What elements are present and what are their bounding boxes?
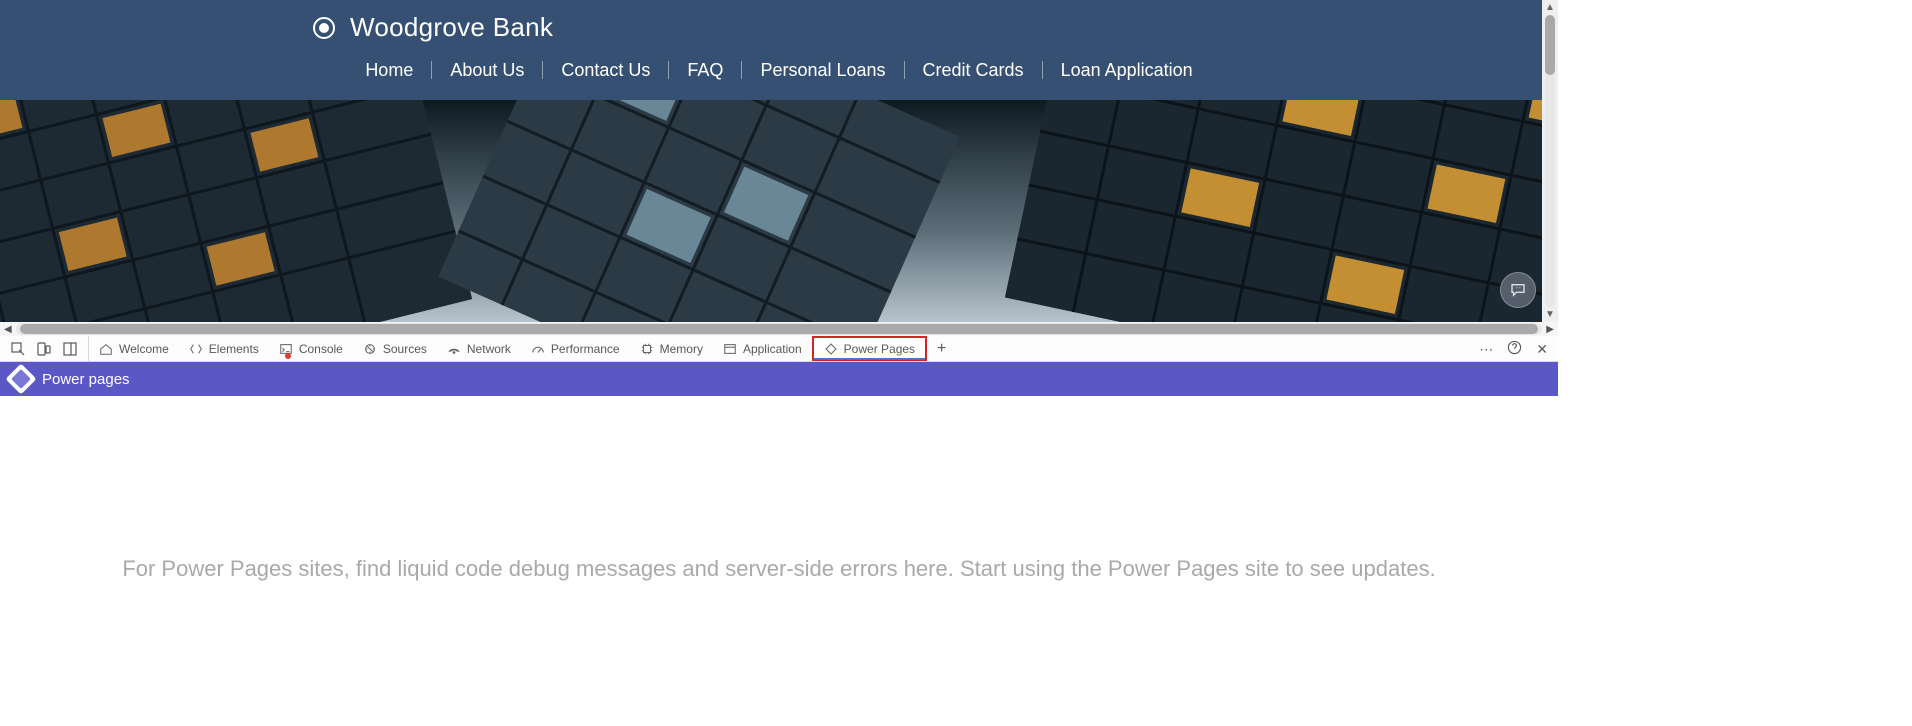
tab-power-pages-label: Power Pages xyxy=(844,342,915,356)
devtools-toolbar: Welcome Elements Console Sources Network xyxy=(0,336,1558,362)
scroll-up-arrow-icon[interactable]: ▲ xyxy=(1545,0,1555,15)
tab-elements-label: Elements xyxy=(209,342,259,356)
hero-building-right xyxy=(1005,100,1558,322)
chat-bubble-button[interactable] xyxy=(1500,272,1536,308)
viewport-vertical-scrollbar[interactable]: ▲ ▼ xyxy=(1542,0,1558,322)
more-options-icon[interactable]: ⋯ xyxy=(1479,342,1493,356)
power-pages-header-bar: Power pages xyxy=(0,362,1558,396)
add-tab-button[interactable]: + xyxy=(927,340,956,358)
tab-power-pages[interactable]: Power Pages xyxy=(812,336,927,361)
nav-about-label: About Us xyxy=(450,60,524,80)
devtools-left-icon-cluster xyxy=(0,336,89,361)
main-nav: Home About Us Contact Us FAQ Personal Lo… xyxy=(0,43,1558,79)
scroll-down-arrow-icon[interactable]: ▼ xyxy=(1545,307,1555,322)
hero-building-mid xyxy=(438,100,960,322)
scroll-right-arrow-icon[interactable]: ▶ xyxy=(1542,324,1558,335)
tab-welcome-label: Welcome xyxy=(119,342,169,356)
brand-row: Woodgrove Bank xyxy=(0,0,1558,43)
console-error-badge-icon xyxy=(285,353,291,359)
nav-apply-label: Loan Application xyxy=(1061,60,1193,80)
hero-image xyxy=(0,100,1558,322)
help-icon[interactable] xyxy=(1507,340,1522,357)
devtools-tabs: Welcome Elements Console Sources Network xyxy=(89,336,956,361)
tab-network-label: Network xyxy=(467,342,511,356)
horizontal-scroll-track[interactable] xyxy=(16,323,1543,335)
viewport-horizontal-scrollbar[interactable]: ◀ ▶ xyxy=(0,322,1558,336)
device-toggle-icon[interactable] xyxy=(36,341,52,357)
tab-welcome[interactable]: Welcome xyxy=(89,336,179,361)
brand-title: Woodgrove Bank xyxy=(350,12,553,43)
horizontal-scroll-thumb[interactable] xyxy=(20,324,1539,334)
tab-console[interactable]: Console xyxy=(269,336,353,361)
tab-console-label: Console xyxy=(299,342,343,356)
nav-apply[interactable]: Loan Application xyxy=(1043,61,1211,79)
nav-home-label: Home xyxy=(365,60,413,80)
nav-faq[interactable]: FAQ xyxy=(669,61,742,79)
hero-building-left xyxy=(0,100,472,322)
tab-sources[interactable]: Sources xyxy=(353,336,437,361)
tab-performance[interactable]: Performance xyxy=(521,336,630,361)
nav-credit[interactable]: Credit Cards xyxy=(905,61,1043,79)
nav-loans[interactable]: Personal Loans xyxy=(742,61,904,79)
website-viewport: Woodgrove Bank Home About Us Contact Us … xyxy=(0,0,1558,322)
power-pages-icon xyxy=(5,363,36,394)
scroll-left-arrow-icon[interactable]: ◀ xyxy=(0,324,16,335)
tab-performance-label: Performance xyxy=(551,342,620,356)
tab-network[interactable]: Network xyxy=(437,336,521,361)
nav-contact[interactable]: Contact Us xyxy=(543,61,669,79)
power-pages-body: For Power Pages sites, find liquid code … xyxy=(0,396,1558,582)
tab-elements[interactable]: Elements xyxy=(179,336,269,361)
nav-home[interactable]: Home xyxy=(347,61,432,79)
inspect-element-icon[interactable] xyxy=(10,341,26,357)
nav-credit-label: Credit Cards xyxy=(923,60,1024,80)
vertical-scroll-track[interactable] xyxy=(1545,15,1555,307)
tab-memory[interactable]: Memory xyxy=(630,336,713,361)
nav-faq-label: FAQ xyxy=(687,60,723,80)
power-pages-empty-message: For Power Pages sites, find liquid code … xyxy=(122,556,1435,581)
tab-application-label: Application xyxy=(743,342,802,356)
tab-application[interactable]: Application xyxy=(713,336,812,361)
nav-contact-label: Contact Us xyxy=(561,60,650,80)
site-header: Woodgrove Bank Home About Us Contact Us … xyxy=(0,0,1558,100)
brand-logo-icon xyxy=(312,16,336,40)
vertical-scroll-thumb[interactable] xyxy=(1545,15,1555,75)
close-devtools-icon[interactable]: ✕ xyxy=(1536,342,1548,356)
devtools-right-controls: ⋯ ✕ xyxy=(1479,336,1558,361)
tab-memory-label: Memory xyxy=(660,342,703,356)
dock-side-icon[interactable] xyxy=(62,341,78,357)
nav-loans-label: Personal Loans xyxy=(760,60,885,80)
nav-about[interactable]: About Us xyxy=(432,61,543,79)
tab-sources-label: Sources xyxy=(383,342,427,356)
power-pages-title: Power pages xyxy=(42,371,130,388)
